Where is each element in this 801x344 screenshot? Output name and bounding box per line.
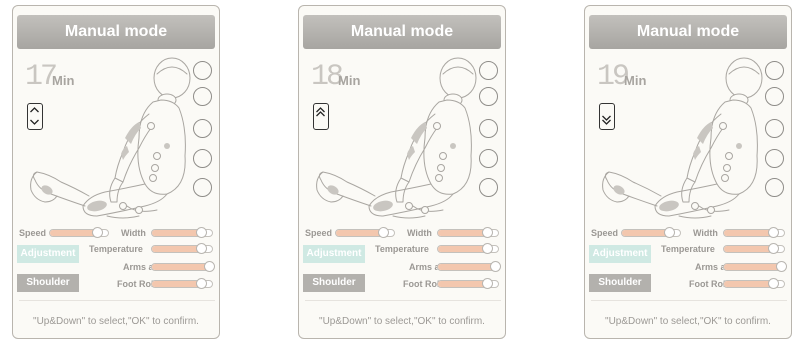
width-label: Width [407,228,432,238]
shoulder-button[interactable]: Shoulder [303,274,365,292]
panel-title: Manual mode [303,15,501,49]
instruction-hint: "Up&Down" to select,"OK" to confirm. [33,316,199,327]
adjustment-button[interactable]: Adjustment [589,245,651,263]
slider-knob[interactable] [482,278,493,289]
zone-selector-circle-4[interactable] [193,149,212,168]
temperature-slider[interactable] [151,243,213,254]
slider-fill [438,281,488,287]
foot-roll-slider[interactable] [151,278,213,289]
speed-slider[interactable] [621,227,681,238]
width-slider[interactable] [437,227,499,238]
width-label: Width [693,228,718,238]
zone-selector-circle-2[interactable] [193,87,212,106]
zone-selector-circle-4[interactable] [479,149,498,168]
shoulder-button[interactable]: Shoulder [17,274,79,292]
speed-label: Speed [19,228,47,238]
slider-fill [438,246,488,252]
zone-selector-circle-5[interactable] [765,178,784,197]
slider-fill [438,230,488,236]
zone-selector-circle-2[interactable] [479,87,498,106]
adjustment-button[interactable]: Adjustment [303,245,365,263]
slider-knob[interactable] [196,243,207,254]
slider-knob[interactable] [92,227,103,238]
zone-selector-circle-2[interactable] [765,87,784,106]
zone-selector-circle-1[interactable] [479,61,498,80]
instruction-hint: "Up&Down" to select,"OK" to confirm. [605,316,771,327]
massage-body-figure [27,56,197,226]
panel-title: Manual mode [589,15,787,49]
manual-mode-panel: Manual mode 18 Min Speed Width Temperatu… [298,5,506,339]
slider-fill [152,246,202,252]
slider-knob[interactable] [768,227,779,238]
slider-fill [50,230,98,236]
shoulder-button[interactable]: Shoulder [589,274,651,292]
divider [305,300,501,301]
arms-air-slider[interactable] [723,261,787,272]
slider-knob[interactable] [204,261,215,272]
slider-fill [336,230,384,236]
zone-selector-circle-1[interactable] [193,61,212,80]
zone-selector-circle-1[interactable] [765,61,784,80]
speed-label: Speed [305,228,333,238]
speed-slider[interactable] [49,227,109,238]
zone-selector-circle-5[interactable] [193,178,212,197]
instruction-hint: "Up&Down" to select,"OK" to confirm. [319,316,485,327]
slider-knob[interactable] [490,261,501,272]
temperature-slider[interactable] [437,243,499,254]
temperature-slider[interactable] [723,243,785,254]
slider-fill [724,230,774,236]
slider-fill [152,230,202,236]
zone-selector-circle-3[interactable] [765,119,784,138]
zone-selector-circle-3[interactable] [479,119,498,138]
slider-fill [622,230,670,236]
temperature-label: Temperature [89,244,143,254]
panel-title: Manual mode [17,15,215,49]
width-slider[interactable] [151,227,213,238]
slider-knob[interactable] [768,278,779,289]
slider-knob[interactable] [378,227,389,238]
adjustment-button[interactable]: Adjustment [17,245,79,263]
massage-body-figure [599,56,769,226]
slider-knob[interactable] [196,227,207,238]
temperature-label: Temperature [661,244,715,254]
manual-mode-panel: Manual mode 17 Min Speed Width Temperatu… [12,5,220,339]
slider-fill [152,281,202,287]
massage-body-figure [313,56,483,226]
speed-slider[interactable] [335,227,395,238]
zone-selector-circle-3[interactable] [193,119,212,138]
slider-knob[interactable] [196,278,207,289]
width-slider[interactable] [723,227,785,238]
temperature-label: Temperature [375,244,429,254]
slider-fill [724,281,774,287]
divider [591,300,787,301]
slider-fill [724,246,774,252]
divider [19,300,215,301]
arms-air-slider[interactable] [151,261,215,272]
zone-selector-circle-5[interactable] [479,178,498,197]
slider-knob[interactable] [664,227,675,238]
foot-roll-slider[interactable] [723,278,785,289]
slider-knob[interactable] [482,243,493,254]
slider-knob[interactable] [776,261,787,272]
zone-selector-circle-4[interactable] [765,149,784,168]
foot-roll-slider[interactable] [437,278,499,289]
width-label: Width [121,228,146,238]
speed-label: Speed [591,228,619,238]
manual-mode-panel: Manual mode 19 Min Speed Width Temperatu… [584,5,792,339]
slider-knob[interactable] [768,243,779,254]
arms-air-slider[interactable] [437,261,501,272]
slider-knob[interactable] [482,227,493,238]
